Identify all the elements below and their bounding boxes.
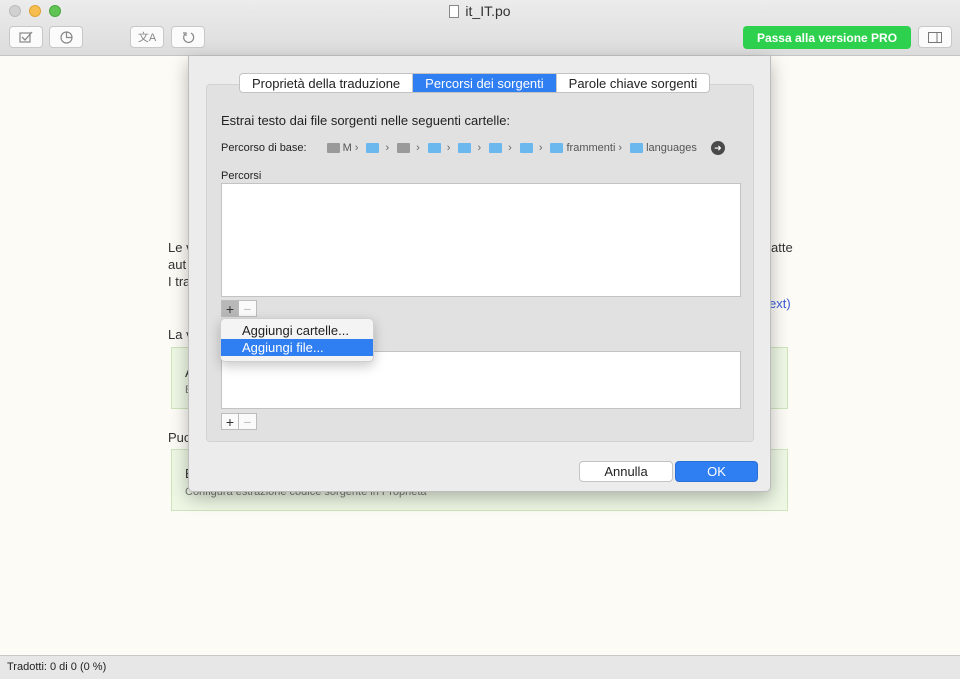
disk-icon bbox=[326, 143, 340, 153]
add-path-button[interactable]: + bbox=[221, 300, 239, 317]
path-segment-label: M bbox=[342, 142, 352, 154]
sync-icon bbox=[182, 31, 194, 43]
folder-icon bbox=[458, 143, 472, 153]
extract-heading: Estrai testo dai file sorgenti nelle seg… bbox=[221, 113, 511, 128]
upgrade-pro-button[interactable]: Passa alla versione PRO bbox=[743, 26, 911, 49]
add-excluded-path-button[interactable]: + bbox=[221, 413, 239, 430]
dialog-tab-bar: Proprietà della traduzione Percorsi dei … bbox=[239, 73, 711, 93]
translated-count: Tradotti: 0 di 0 (0 %) bbox=[7, 661, 107, 673]
tab-source-paths[interactable]: Percorsi dei sorgenti bbox=[413, 74, 557, 92]
bg-intro-line-1-end: atte bbox=[771, 240, 793, 255]
folder-icon bbox=[630, 143, 644, 153]
bg-intro-line-2: aut bbox=[168, 257, 187, 272]
tab-source-keywords[interactable]: Parole chiave sorgenti bbox=[557, 74, 710, 92]
cancel-button[interactable]: Annulla bbox=[579, 461, 673, 482]
folder-icon bbox=[366, 143, 380, 153]
sync-button[interactable] bbox=[171, 26, 205, 48]
tab-translation-properties[interactable]: Proprietà della traduzione bbox=[240, 74, 414, 92]
reveal-path-arrow-icon[interactable]: ➜ bbox=[710, 141, 725, 155]
folder-icon bbox=[489, 143, 503, 153]
path-segment[interactable]: › bbox=[358, 142, 389, 154]
document-icon bbox=[449, 5, 460, 18]
status-bar: Tradotti: 0 di 0 (0 %) bbox=[0, 655, 960, 679]
translate-icon: 文A bbox=[137, 32, 157, 44]
add-path-menu: Aggiungi cartelle... Aggiungi file... bbox=[220, 318, 374, 362]
paths-label: Percorsi bbox=[221, 170, 262, 182]
validate-button[interactable] bbox=[9, 26, 43, 48]
checkbox-icon bbox=[19, 31, 33, 43]
bg-link[interactable]: ext) bbox=[769, 295, 791, 312]
folder-icon bbox=[427, 143, 441, 153]
folder-icon bbox=[550, 143, 564, 153]
source-paths-dialog: Proprietà della traduzione Percorsi dei … bbox=[188, 56, 771, 492]
statistics-button[interactable] bbox=[49, 26, 83, 48]
pie-chart-icon bbox=[59, 30, 73, 44]
translate-button[interactable]: 文A bbox=[130, 26, 164, 48]
toggle-sidebar-button[interactable] bbox=[918, 26, 952, 48]
path-segment[interactable]: › bbox=[512, 142, 542, 154]
menu-item-add-files[interactable]: Aggiungi file... bbox=[221, 339, 373, 356]
paths-add-remove: + − bbox=[221, 300, 257, 317]
path-segment[interactable]: › bbox=[450, 142, 481, 154]
path-segment-label: frammenti bbox=[566, 142, 616, 154]
ok-button[interactable]: OK bbox=[675, 461, 758, 482]
window-title-text: it_IT.po bbox=[465, 3, 511, 19]
path-segment-label: languages bbox=[646, 142, 697, 154]
excluded-add-remove: + − bbox=[221, 413, 257, 430]
path-segment-disk[interactable]: M › bbox=[326, 142, 358, 154]
base-path-row: Percorso di base: M › › › › › › › frammen… bbox=[221, 141, 725, 155]
tab-panel: Estrai testo dai file sorgenti nelle seg… bbox=[206, 84, 754, 442]
path-segment[interactable]: › bbox=[389, 142, 420, 154]
folder-icon bbox=[519, 143, 533, 153]
title-bar: it_IT.po 文A Passa alla versione PRO bbox=[0, 0, 960, 56]
path-segment[interactable]: › bbox=[481, 142, 512, 154]
folder-icon bbox=[397, 143, 411, 153]
path-segment-frammenti[interactable]: frammenti › bbox=[542, 142, 622, 154]
sidebar-icon bbox=[928, 31, 942, 43]
path-segment-languages[interactable]: languages bbox=[622, 142, 697, 154]
paths-list[interactable] bbox=[221, 183, 741, 297]
path-segment[interactable]: › bbox=[420, 142, 450, 154]
remove-path-button[interactable]: − bbox=[239, 300, 257, 317]
base-path-label: Percorso di base: bbox=[221, 142, 307, 154]
remove-excluded-path-button[interactable]: − bbox=[239, 413, 257, 430]
menu-item-add-folders[interactable]: Aggiungi cartelle... bbox=[221, 322, 373, 339]
window-title: it_IT.po bbox=[0, 3, 960, 19]
